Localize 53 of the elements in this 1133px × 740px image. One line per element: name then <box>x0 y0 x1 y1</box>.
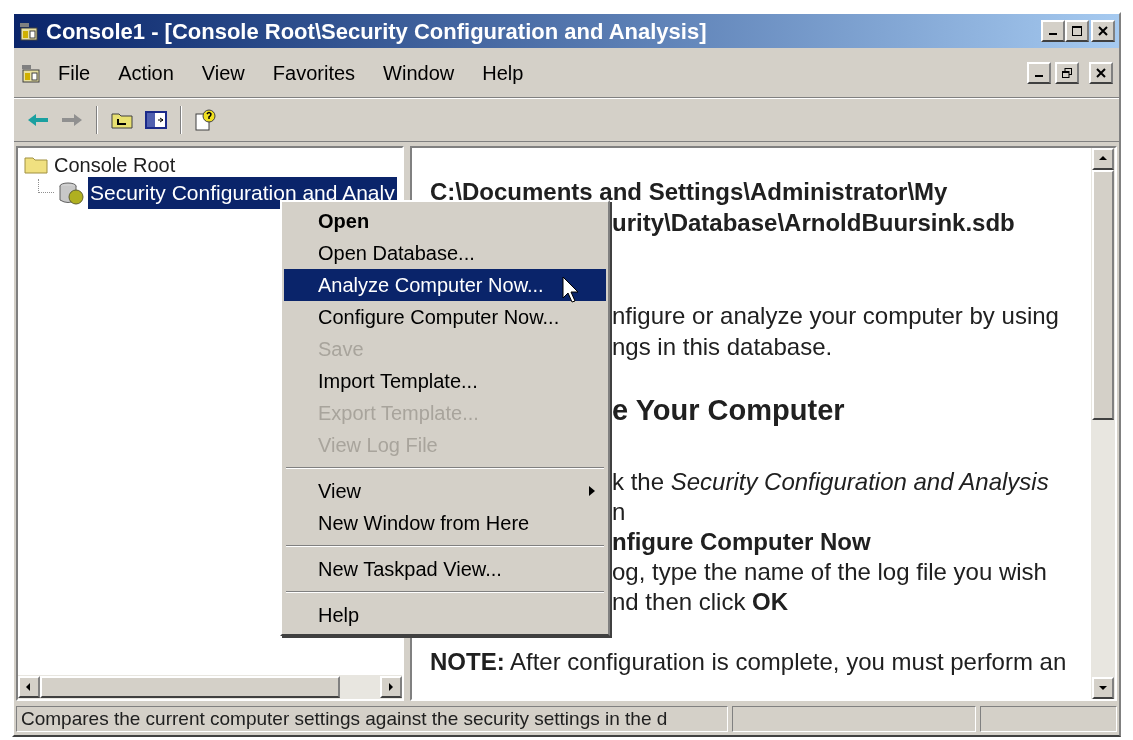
menu-item[interactable]: Import Template... <box>284 365 606 397</box>
restore-button[interactable] <box>1055 61 1079 84</box>
scroll-thumb[interactable] <box>40 676 340 698</box>
status-text: Compares the current computer settings against the security settings in the d <box>21 707 668 731</box>
close-button[interactable] <box>1091 20 1115 42</box>
horizontal-scrollbar[interactable] <box>18 675 402 699</box>
menu-bar-item[interactable]: Window <box>371 57 467 88</box>
close-icon <box>1098 26 1108 36</box>
menu-bar-item[interactable]: Help <box>470 57 536 88</box>
maximize-icon <box>1072 26 1082 36</box>
menu-item[interactable]: New Window from Here <box>284 507 606 539</box>
app-icon <box>18 20 40 42</box>
content-text: k the Security Configuration and Analysis <box>612 468 1049 495</box>
content-text: n <box>612 498 626 525</box>
content-text: og, type the name of the log file you wish <box>612 558 1047 585</box>
scroll-up-button[interactable] <box>1092 148 1114 170</box>
menu-item[interactable]: Help <box>284 599 606 631</box>
scroll-left-button[interactable] <box>18 676 40 698</box>
menu-item[interactable]: View <box>284 475 606 507</box>
close-icon <box>1096 67 1106 78</box>
menu-item[interactable]: New Taskpad View... <box>284 553 606 585</box>
content-text: nfigure or analyze your computer by using <box>612 302 1059 329</box>
close-button[interactable] <box>1089 61 1113 84</box>
content-text: nfigure Computer Now <box>612 528 871 555</box>
folder-icon <box>24 156 48 174</box>
tree-item[interactable]: Console Root <box>54 150 176 180</box>
menu-bar-item[interactable]: File <box>46 57 103 88</box>
menu-item[interactable]: Analyze Computer Now... <box>284 269 606 301</box>
file-path: C:\Documents and Settings\Administrator\My <box>430 178 948 205</box>
section-heading: e Your Computer <box>612 394 845 426</box>
tree-item[interactable]: Security Configuration and Analy <box>88 177 397 209</box>
restore-icon <box>1062 67 1072 78</box>
content-text: ngs in this database. <box>612 333 833 360</box>
file-path: urity\Database\ArnoldBuursink.sdb <box>612 209 1015 236</box>
menu-bar-item[interactable]: Favorites <box>260 57 368 88</box>
scroll-right-button[interactable] <box>380 676 402 698</box>
database-icon <box>58 180 84 206</box>
content-text: nd then click OK <box>612 588 789 615</box>
menu-bar-item[interactable]: Action <box>106 57 186 88</box>
scroll-down-button[interactable] <box>1092 677 1114 699</box>
minimize-icon <box>1049 33 1057 35</box>
scroll-thumb[interactable] <box>1092 170 1114 420</box>
minimize-icon <box>1035 74 1043 77</box>
minimize-button[interactable] <box>1041 20 1065 42</box>
minimize-button[interactable] <box>1027 61 1051 84</box>
maximize-button[interactable] <box>1065 20 1089 42</box>
window-title: Console1 - [Console Root\Security Configuration and Analysis] <box>46 17 708 46</box>
note-text: NOTE: After configuration is complete, you must perform an <box>430 648 1067 675</box>
menu-item[interactable]: Open Database... <box>284 237 606 269</box>
submenu-arrow-icon <box>588 485 596 497</box>
menu-bar-item[interactable]: View <box>189 57 257 88</box>
vertical-scrollbar[interactable] <box>1091 148 1115 699</box>
menu-item[interactable]: Configure Computer Now... <box>284 301 606 333</box>
